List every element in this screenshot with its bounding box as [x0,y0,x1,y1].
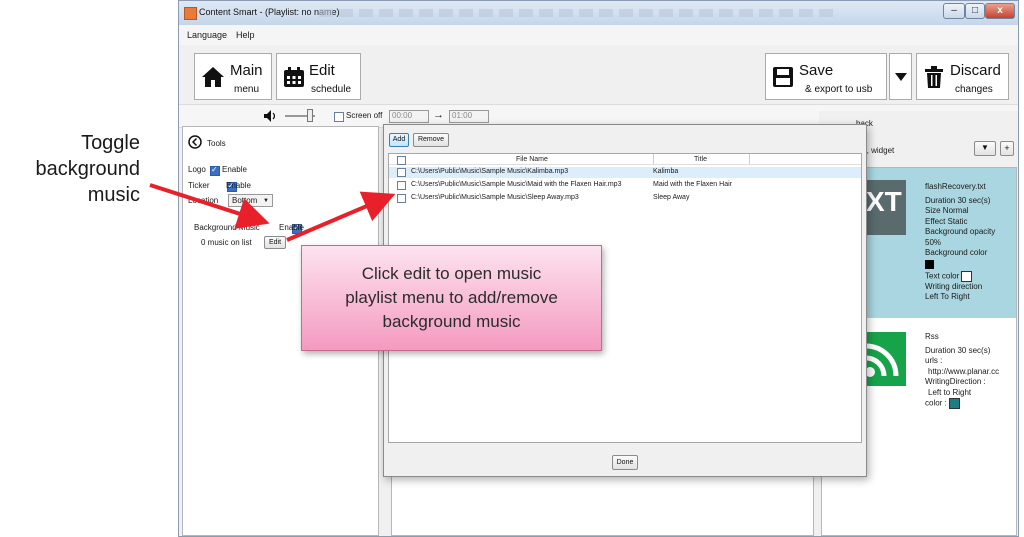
arrow-to-enable-checkbox [149,183,270,229]
annotation-arrows [149,183,396,242]
arrow-to-music-list [286,191,396,242]
